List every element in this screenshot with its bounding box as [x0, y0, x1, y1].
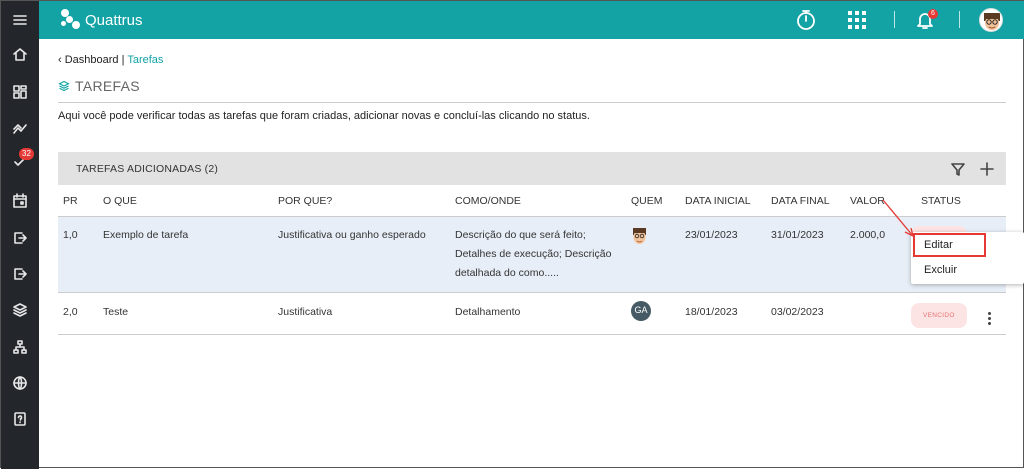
avatar — [979, 8, 1003, 32]
apps-grid-icon[interactable] — [846, 1, 868, 39]
cell-pr: 1,0 — [58, 216, 98, 293]
tasks-panel-header: TAREFAS ADICIONADAS (2) — [58, 152, 1006, 185]
cell-pr: 2,0 — [58, 292, 98, 335]
timer-icon[interactable] — [795, 1, 817, 39]
help-book-icon[interactable] — [1, 402, 39, 436]
add-icon[interactable] — [980, 152, 994, 185]
user-avatar[interactable] — [978, 1, 1004, 39]
cell-value — [845, 292, 911, 335]
cell-end-date: 03/02/2023 — [766, 292, 845, 335]
cell-why: Justificativa ou ganho esperado — [273, 216, 450, 293]
org-chart-icon[interactable] — [1, 330, 39, 364]
panel-title: TAREFAS ADICIONADAS (2) — [76, 163, 219, 175]
breadcrumb-dashboard[interactable]: Dashboard — [65, 54, 119, 66]
col-what[interactable]: O QUE — [98, 187, 273, 217]
topbar: Quattrus 6 — [39, 1, 1024, 39]
col-who[interactable]: QUEM — [626, 187, 680, 217]
status-badge[interactable]: VENCIDO — [911, 302, 967, 328]
page-description: Aqui você pode verificar todas as tarefa… — [58, 110, 590, 122]
breadcrumb-separator: | — [121, 54, 125, 66]
cell-end-date: 31/01/2023 — [766, 216, 845, 293]
col-how[interactable]: COMO/ONDE — [450, 187, 626, 217]
cell-status: VENCIDO — [911, 292, 983, 335]
dashboard-icon[interactable] — [1, 75, 39, 109]
col-end-date[interactable]: DATA FINAL — [766, 187, 845, 217]
globe-icon[interactable] — [1, 366, 39, 400]
tasks-badge: 32 — [19, 148, 34, 160]
export-icon[interactable] — [1, 221, 39, 255]
more-options-icon[interactable] — [988, 311, 991, 325]
col-actions — [983, 187, 1006, 217]
cell-why: Justificativa — [273, 292, 450, 335]
page-title: TAREFAS — [75, 78, 140, 94]
table-header-row: PR O QUE POR QUE? COMO/ONDE QUEM DATA IN… — [58, 187, 1006, 217]
col-status[interactable]: STATUS — [911, 187, 983, 217]
table-row[interactable]: 2,0 Teste Justificativa Detalhamento GA … — [58, 292, 1006, 335]
breadcrumb-tarefas[interactable]: Tarefas — [127, 54, 163, 66]
notification-badge: 6 — [928, 9, 938, 19]
chevron-left-icon[interactable]: ‹ — [58, 54, 62, 66]
calendar-icon[interactable] — [1, 184, 39, 218]
cell-start-date: 18/01/2023 — [680, 292, 766, 335]
cell-what: Exemplo de tarefa — [98, 216, 273, 293]
page-title-row: TAREFAS — [58, 78, 1006, 103]
cell-actions — [983, 292, 1006, 335]
cell-who: GA — [626, 292, 680, 335]
user-initials-avatar: GA — [631, 300, 651, 321]
logout-icon[interactable] — [1, 257, 39, 291]
col-pr[interactable]: PR — [58, 187, 98, 217]
chart-trend-icon[interactable] — [1, 111, 39, 145]
cell-how: Descrição do que será feito; Detalhes de… — [450, 216, 626, 293]
app-window: 32 Quattrus 6 ‹ Dashboard | Tarefas TARE… — [0, 0, 1024, 469]
tasks-table: PR O QUE POR QUE? COMO/ONDE QUEM DATA IN… — [58, 187, 1006, 335]
avatar — [631, 226, 648, 248]
app-name: Quattrus — [85, 11, 143, 29]
filter-icon[interactable] — [951, 152, 965, 185]
layers-icon[interactable] — [1, 293, 39, 327]
edit-highlight-box — [913, 233, 986, 257]
tasks-icon[interactable]: 32 — [1, 145, 39, 179]
app-logo[interactable]: Quattrus — [61, 9, 143, 31]
quattrus-logo-icon — [61, 9, 81, 31]
home-icon[interactable] — [1, 37, 39, 71]
table-row[interactable]: 1,0 Exemplo de tarefa Justificativa ou g… — [58, 216, 1006, 293]
cell-what: Teste — [98, 292, 273, 335]
layers-icon — [58, 80, 70, 92]
cell-start-date: 23/01/2023 — [680, 216, 766, 293]
cell-who — [626, 216, 680, 293]
topbar-divider — [894, 11, 895, 28]
bell-icon[interactable]: 6 — [912, 1, 938, 39]
menu-icon[interactable] — [1, 3, 39, 37]
cell-how: Detalhamento — [450, 292, 626, 335]
breadcrumb: ‹ Dashboard | Tarefas — [58, 54, 163, 66]
col-value[interactable]: VALOR — [845, 187, 911, 217]
menu-item-delete[interactable]: Excluir — [911, 258, 1024, 282]
col-start-date[interactable]: DATA INICIAL — [680, 187, 766, 217]
cell-value: 2.000,0 — [845, 216, 911, 293]
sidebar: 32 — [1, 1, 39, 469]
col-why[interactable]: POR QUE? — [273, 187, 450, 217]
topbar-divider — [959, 11, 960, 28]
